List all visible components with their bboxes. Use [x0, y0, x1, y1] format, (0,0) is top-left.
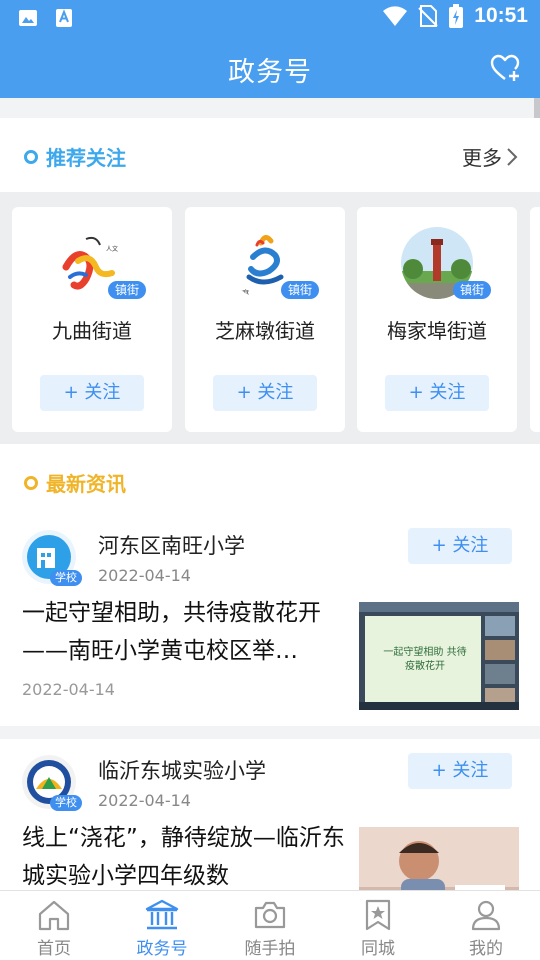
- school-tag: 学校: [50, 570, 82, 586]
- latest-title: 最新资讯: [24, 468, 126, 497]
- recommend-card[interactable]: 人文 镇街 九曲街道 + 关注: [12, 207, 172, 432]
- recommend-title: 推荐关注: [24, 142, 126, 171]
- recommend-card-partial[interactable]: [530, 207, 540, 432]
- page-title: 政务号: [228, 57, 312, 88]
- gallery-icon: [19, 10, 37, 26]
- latest-title-text: 最新资讯: [46, 472, 126, 496]
- latest-header: 最新资讯: [0, 444, 540, 514]
- chevron-right-icon: [507, 147, 518, 166]
- tab-snapshot-label: 随手拍: [244, 939, 296, 959]
- source-name[interactable]: 临沂东城实验小学: [98, 755, 266, 785]
- clock: 10:51: [474, 4, 528, 27]
- source-name[interactable]: 河东区南旺小学: [98, 530, 245, 560]
- more-link[interactable]: 更多: [462, 142, 518, 171]
- wifi-icon: [383, 6, 408, 26]
- government-icon: [145, 899, 179, 930]
- news-headline[interactable]: 一起守望相助，共待疫散花开 ——南旺小学黄屯校区举…: [22, 594, 346, 670]
- status-bar: 10:51: [0, 0, 540, 36]
- no-sim-icon: [418, 5, 438, 27]
- tab-mine-label: 我的: [469, 939, 503, 959]
- card-name: 梅家埠街道: [387, 319, 487, 343]
- star-bookmark-icon: [365, 899, 391, 931]
- tab-government-label: 政务号: [136, 939, 188, 959]
- child-drawing-photo: [359, 827, 519, 890]
- svg-text:人文: 人文: [106, 245, 118, 253]
- source-date: 2022-04-14: [98, 566, 191, 585]
- user-icon: [471, 900, 501, 931]
- school-tag: 学校: [50, 795, 82, 811]
- recommend-card[interactable]: 镇街 梅家埠街道 + 关注: [357, 207, 517, 432]
- more-label: 更多: [462, 146, 502, 170]
- tab-local-label: 同城: [361, 939, 395, 959]
- news-thumbnail[interactable]: 一起守望相助 共待疫散花开: [359, 602, 519, 710]
- news-thumbnail[interactable]: [359, 827, 519, 890]
- card-name: 芝麻墩街道: [215, 319, 315, 343]
- content-scroll-area[interactable]: 推荐关注 更多 人文 镇街 九曲街道 + 关注 芝麻 镇街 芝麻墩街道 + 关注…: [0, 98, 540, 890]
- app-store-icon: [56, 9, 72, 27]
- bottom-tab-bar: 首页 政务号 随手拍 同城 我的: [0, 890, 540, 960]
- notification-icons: [18, 8, 74, 28]
- recommend-title-text: 推荐关注: [46, 146, 126, 170]
- tab-government[interactable]: 政务号: [108, 891, 216, 960]
- favorite-add-icon[interactable]: [490, 53, 520, 83]
- follow-button[interactable]: + 关注: [408, 528, 512, 564]
- svg-text:芝麻: 芝麻: [235, 288, 249, 297]
- camera-icon: [254, 901, 286, 929]
- tab-home-label: 首页: [37, 939, 71, 959]
- home-icon: [38, 900, 70, 931]
- recommend-carousel[interactable]: 人文 镇街 九曲街道 + 关注 芝麻 镇街 芝麻墩街道 + 关注 镇街 梅家埠街…: [0, 192, 540, 444]
- tab-home[interactable]: 首页: [0, 891, 108, 960]
- recommend-header: 推荐关注 更多: [0, 118, 540, 192]
- news-item[interactable]: 学校 临沂东城实验小学 2022-04-14 + 关注 线上“浇花”，静待绽放—…: [0, 739, 540, 890]
- tab-snapshot[interactable]: 随手拍: [216, 891, 324, 960]
- battery-charging-icon: [449, 4, 464, 28]
- source-date: 2022-04-14: [98, 791, 191, 810]
- follow-button[interactable]: + 关注: [40, 375, 144, 411]
- section-dot-icon: [24, 475, 38, 490]
- post-date: 2022-04-14: [22, 680, 115, 699]
- thumbnail-caption: 一起守望相助 共待疫散花开: [383, 647, 467, 672]
- app-bar: 政务号: [0, 36, 540, 98]
- news-headline[interactable]: 线上“浇花”，静待绽放—临沂东城实验小学四年级数: [22, 819, 346, 890]
- town-tag: 镇街: [281, 281, 319, 299]
- follow-button[interactable]: + 关注: [213, 375, 317, 411]
- follow-button[interactable]: + 关注: [408, 753, 512, 789]
- recommend-card[interactable]: 芝麻 镇街 芝麻墩街道 + 关注: [185, 207, 345, 432]
- card-name: 九曲街道: [52, 319, 132, 343]
- follow-button[interactable]: + 关注: [385, 375, 489, 411]
- town-tag: 镇街: [108, 281, 146, 299]
- tab-local[interactable]: 同城: [324, 891, 432, 960]
- section-dot-icon: [24, 149, 38, 164]
- news-item[interactable]: 学校 河东区南旺小学 2022-04-14 + 关注 一起守望相助，共待疫散花开…: [0, 514, 540, 726]
- tab-mine[interactable]: 我的: [432, 891, 540, 960]
- town-tag: 镇街: [453, 281, 491, 299]
